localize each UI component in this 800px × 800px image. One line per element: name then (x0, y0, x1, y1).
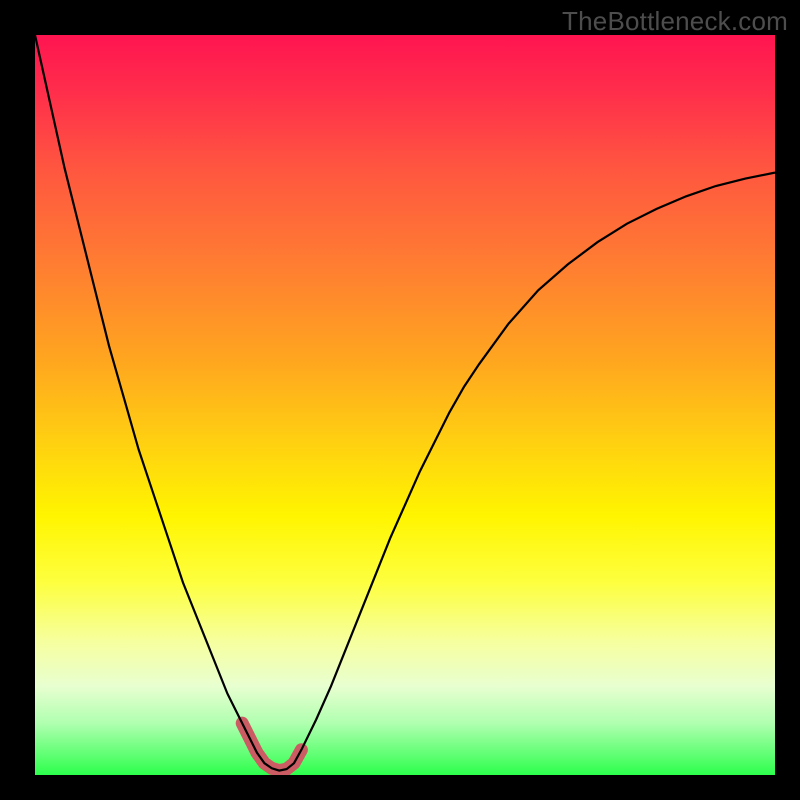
chart-svg (35, 35, 775, 775)
bottleneck-curve (35, 35, 775, 771)
chart-frame: TheBottleneck.com (0, 0, 800, 800)
watermark-text: TheBottleneck.com (562, 6, 788, 37)
